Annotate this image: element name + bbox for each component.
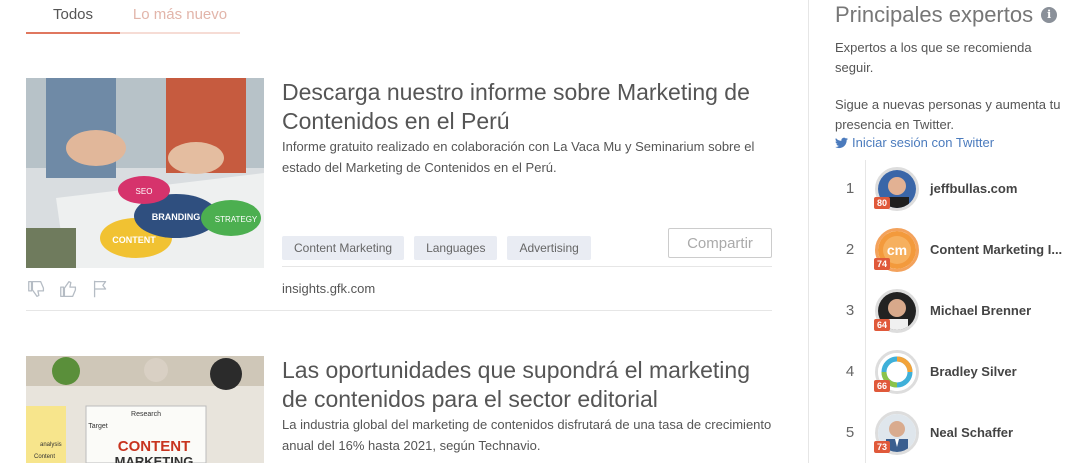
svg-text:cm: cm — [887, 242, 907, 258]
expert-name[interactable]: jeffbullas.com — [930, 181, 1017, 196]
article-card: Research Target CONTENT MARKETING analys… — [26, 356, 772, 463]
image-word-content-note: Content — [34, 454, 55, 460]
tag-list: Content Marketing Languages Advertising — [282, 236, 591, 260]
image-word-marketing: MARKETING — [115, 454, 194, 463]
expert-name[interactable]: Michael Brenner — [930, 303, 1031, 318]
article-title[interactable]: Las oportunidades que supondrá el market… — [282, 356, 772, 414]
article-description: Informe gratuito realizado en colaboraci… — [282, 139, 755, 175]
expert-rank: 4 — [845, 363, 855, 380]
image-word-research: Research — [131, 411, 161, 418]
expert-rank: 2 — [845, 241, 855, 258]
twitter-login-link[interactable]: Iniciar sesión con Twitter — [835, 135, 1088, 150]
sidebar-title-row: Principales expertos i — [835, 0, 1088, 30]
tag-advertising[interactable]: Advertising — [507, 236, 591, 260]
expert-name[interactable]: Content Marketing I... — [930, 242, 1062, 257]
sidebar-follow-text: Sigue a nuevas personas y aumenta tu pre… — [835, 97, 1061, 132]
image-word-target: Target — [88, 423, 108, 430]
expert-item[interactable]: 5 73 Neal Schaffer — [835, 409, 1088, 459]
expert-item[interactable]: 4 66 Bradley Silver — [835, 348, 1088, 398]
expert-rank: 1 — [845, 180, 855, 197]
top-experts-sidebar: Principales expertos i Expertos a los qu… — [835, 0, 1088, 463]
tab-bar: Todos Lo más nuevo — [26, 0, 240, 34]
thumbs-down-icon[interactable] — [26, 278, 48, 300]
article-divider — [26, 310, 772, 311]
tab-todos[interactable]: Todos — [26, 0, 120, 34]
twitter-login-label: Iniciar sesión con Twitter — [852, 135, 995, 150]
article-body: Las oportunidades que supondrá el market… — [282, 356, 772, 456]
flag-icon[interactable] — [90, 278, 112, 300]
expert-item[interactable]: 1 80 jeffbullas.com — [835, 165, 1088, 215]
thumbs-up-icon[interactable] — [58, 278, 80, 300]
expert-rank: 5 — [845, 424, 855, 441]
image-word-content: CONTENT — [112, 235, 156, 245]
tag-languages[interactable]: Languages — [414, 236, 498, 260]
score-badge: 73 — [874, 441, 891, 453]
sidebar-intro: Expertos a los que se recomienda seguir. — [835, 40, 1032, 75]
share-button[interactable]: Compartir — [668, 228, 772, 258]
image-word-branding: BRANDING — [152, 212, 201, 222]
sidebar-title: Principales expertos — [835, 2, 1034, 27]
info-icon[interactable]: i — [1041, 7, 1058, 23]
score-badge: 64 — [874, 319, 891, 331]
expert-name[interactable]: Neal Schaffer — [930, 425, 1013, 440]
expert-item[interactable]: 3 64 Michael Brenner — [835, 287, 1088, 337]
image-word-seo: SEO — [136, 187, 153, 196]
tag-content-marketing[interactable]: Content Marketing — [282, 236, 405, 260]
divider — [282, 266, 772, 267]
twitter-icon — [835, 137, 848, 148]
article-actions — [26, 278, 112, 300]
article-image: Research Target CONTENT MARKETING analys… — [26, 356, 264, 463]
image-word-strategy: STRATEGY — [215, 215, 258, 224]
article-thumbnail[interactable]: Research Target CONTENT MARKETING analys… — [26, 356, 264, 463]
image-word-content: CONTENT — [118, 438, 191, 455]
image-word-analysis: analysis — [40, 442, 62, 448]
score-badge: 74 — [874, 258, 891, 270]
article-source[interactable]: insights.gfk.com — [282, 281, 375, 296]
article-description: La industria global del marketing de con… — [282, 417, 772, 453]
expert-rank: 3 — [845, 302, 855, 319]
article-image: SEO BRANDING CONTENT STRATEGY — [26, 78, 264, 268]
article-title[interactable]: Descarga nuestro informe sobre Marketing… — [282, 78, 772, 136]
sidebar-divider — [808, 0, 809, 463]
tab-lo-mas-nuevo[interactable]: Lo más nuevo — [120, 0, 240, 34]
score-badge: 80 — [874, 197, 891, 209]
expert-item[interactable]: 2 cm 74 Content Marketing I... — [835, 226, 1088, 276]
score-badge: 66 — [874, 380, 891, 392]
article-body: Descarga nuestro informe sobre Marketing… — [282, 78, 772, 178]
expert-name[interactable]: Bradley Silver — [930, 364, 1017, 379]
article-card: SEO BRANDING CONTENT STRATEGY Descarga n… — [26, 78, 772, 318]
article-thumbnail[interactable]: SEO BRANDING CONTENT STRATEGY — [26, 78, 264, 268]
